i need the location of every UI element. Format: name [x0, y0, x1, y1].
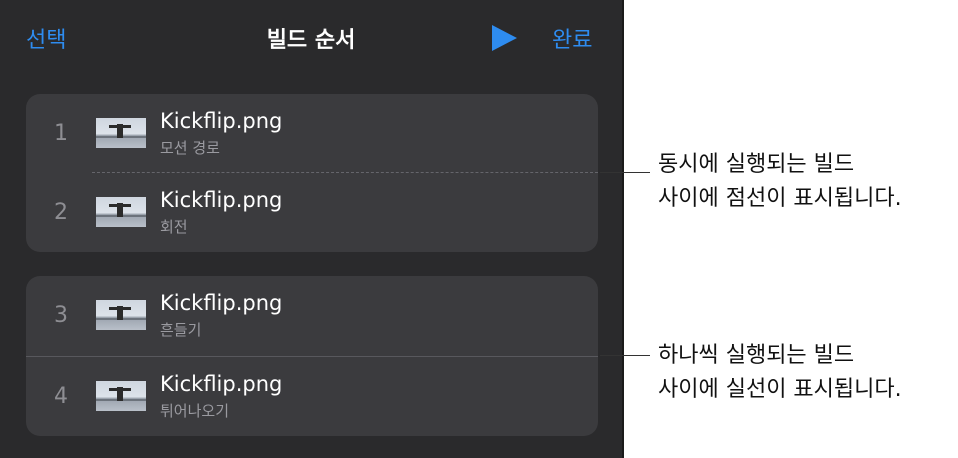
image-thumbnail	[96, 381, 146, 411]
image-thumbnail	[96, 300, 146, 330]
file-name: Kickflip.png	[160, 291, 283, 315]
navigation-bar: 선택 빌드 순서 완료	[0, 0, 622, 76]
file-name: Kickflip.png	[160, 188, 283, 212]
callout-solid-note: 하나씩 실행되는 빌드 사이에 실선이 표시됩니다.	[658, 339, 902, 407]
callout-line: 사이에 실선이 표시됩니다.	[658, 377, 902, 402]
build-group-sequential: 3 Kickflip.png 흔들기 4 Kickflip.png 튀어나오기	[26, 276, 598, 436]
file-name: Kickflip.png	[160, 109, 283, 133]
file-name: Kickflip.png	[160, 372, 283, 396]
build-item[interactable]: 3 Kickflip.png 흔들기	[26, 276, 598, 355]
page-title: 빌드 순서	[266, 28, 356, 53]
play-icon[interactable]	[490, 24, 518, 52]
callout-leader-line	[600, 172, 650, 173]
effect-name: 모션 경로	[160, 139, 220, 157]
callout-dotted-note: 동시에 실행되는 빌드 사이에 점선이 표시됩니다.	[658, 148, 902, 216]
build-item[interactable]: 2 Kickflip.png 회전	[26, 173, 598, 252]
effect-name: 튀어나오기	[160, 402, 230, 420]
callout-line: 동시에 실행되는 빌드	[658, 152, 855, 177]
build-number: 4	[54, 384, 68, 409]
callout-line: 하나씩 실행되는 빌드	[658, 343, 855, 368]
build-number: 3	[54, 303, 68, 328]
image-thumbnail	[96, 118, 146, 148]
build-group-simultaneous: 1 Kickflip.png 모션 경로 2 Kickflip.png 회전	[26, 94, 598, 252]
callout-line: 사이에 점선이 표시됩니다.	[658, 186, 902, 211]
build-number: 2	[54, 200, 68, 225]
effect-name: 회전	[160, 218, 188, 236]
effect-name: 흔들기	[160, 321, 202, 339]
image-thumbnail	[96, 197, 146, 227]
build-order-panel: 선택 빌드 순서 완료 1 Kickflip.png 모션 경로 2 Kickf…	[0, 0, 624, 458]
build-item[interactable]: 1 Kickflip.png 모션 경로	[26, 94, 598, 173]
callout-leader-line	[600, 355, 650, 356]
build-number: 1	[54, 121, 68, 146]
done-button[interactable]: 완료	[552, 22, 592, 54]
build-item[interactable]: 4 Kickflip.png 튀어나오기	[26, 357, 598, 436]
